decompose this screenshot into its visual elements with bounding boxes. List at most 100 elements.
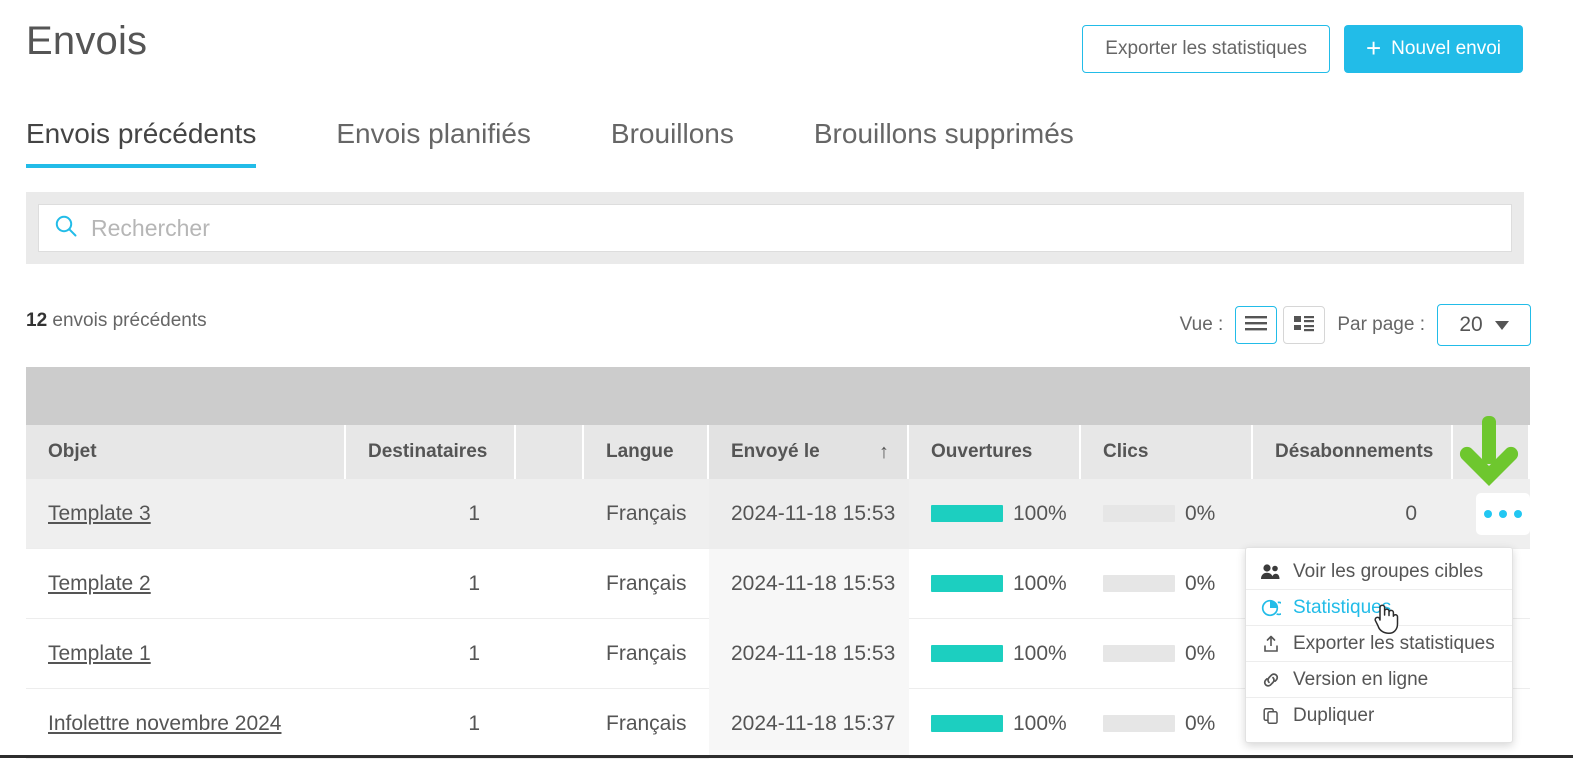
- chevron-down-icon: [1495, 321, 1509, 330]
- cell-envoye-le: 2024-11-18 15:53: [709, 479, 909, 549]
- results-count-number: 12: [26, 310, 47, 331]
- clics-value: 0%: [1185, 572, 1215, 596]
- cell-ouvertures: 100%: [909, 689, 1081, 759]
- cell-blank: [516, 549, 584, 619]
- column-header-langue[interactable]: Langue: [584, 425, 709, 479]
- menu-item-label: Exporter les statistiques: [1293, 633, 1495, 655]
- cell-objet: Template 2: [26, 549, 346, 619]
- menu-item-label: Voir les groupes cibles: [1293, 561, 1483, 583]
- sort-ascending-icon: ↑: [879, 441, 889, 464]
- ellipsis-icon: [1484, 510, 1492, 518]
- tab-brouillons[interactable]: Brouillons: [611, 118, 734, 168]
- pie-chart-icon: [1260, 598, 1282, 618]
- cell-envoye-le: 2024-11-18 15:53: [709, 549, 909, 619]
- page-bottom-border: [0, 755, 1573, 758]
- page-title: Envois: [26, 19, 147, 64]
- search-input[interactable]: [91, 206, 1497, 250]
- page-header: Envois Exporter les statistiques + Nouve…: [0, 0, 1573, 110]
- sending-link[interactable]: Infolettre novembre 2024: [48, 712, 281, 736]
- per-page-label: Par page :: [1337, 314, 1425, 336]
- sending-link[interactable]: Template 3: [48, 502, 151, 526]
- cell-objet: Template 3: [26, 479, 346, 549]
- grid-view-icon: [1292, 314, 1316, 337]
- search-icon: [53, 213, 79, 244]
- clics-value: 0%: [1185, 642, 1215, 666]
- clics-progress-bar: [1103, 715, 1175, 732]
- upload-icon: [1260, 634, 1282, 654]
- sending-link[interactable]: Template 2: [48, 572, 151, 596]
- toolbar-right: Vue :: [1180, 304, 1531, 346]
- menu-item-statistiques[interactable]: Statistiques: [1246, 590, 1512, 626]
- table-row[interactable]: Template 3 1 Français 2024-11-18 15:53 1…: [26, 479, 1530, 549]
- search-container: [26, 192, 1524, 264]
- column-header-desabonnements[interactable]: Désabonnements: [1253, 425, 1453, 479]
- column-header-objet[interactable]: Objet: [26, 425, 346, 479]
- menu-item-version-en-ligne[interactable]: Version en ligne: [1246, 662, 1512, 698]
- clics-value: 0%: [1185, 712, 1215, 736]
- cell-ouvertures: 100%: [909, 619, 1081, 689]
- menu-item-label: Statistiques: [1293, 597, 1391, 619]
- link-icon: [1260, 670, 1282, 690]
- clics-value: 0%: [1185, 502, 1215, 526]
- menu-item-label: Dupliquer: [1293, 705, 1374, 727]
- table-top-band: [26, 367, 1530, 425]
- cell-clics: 0%: [1081, 479, 1253, 549]
- results-count: 12 envois précédents: [26, 310, 207, 332]
- list-toolbar: 12 envois précédents Vue :: [0, 300, 1573, 354]
- table-header-row: Objet Destinataires Langue Envoyé le ↑ O…: [26, 425, 1530, 479]
- ouvertures-progress-bar: [931, 715, 1003, 732]
- cell-destinataires: 1: [346, 549, 516, 619]
- green-down-arrow-annotation: [1458, 414, 1520, 499]
- row-context-menu: Voir les groupes cibles Statistiques E: [1245, 547, 1513, 743]
- ellipsis-icon: [1514, 510, 1522, 518]
- column-header-destinataires[interactable]: Destinataires: [346, 425, 516, 479]
- tab-brouillons-supprimes[interactable]: Brouillons supprimés: [814, 118, 1074, 168]
- per-page-select[interactable]: 20: [1437, 304, 1531, 346]
- copy-icon: [1260, 706, 1282, 726]
- ouvertures-value: 100%: [1013, 712, 1067, 736]
- clics-progress-bar: [1103, 505, 1175, 522]
- column-header-clics[interactable]: Clics: [1081, 425, 1253, 479]
- cell-destinataires: 1: [346, 619, 516, 689]
- ellipsis-icon: [1499, 510, 1507, 518]
- clics-progress-bar: [1103, 575, 1175, 592]
- cell-ouvertures: 100%: [909, 479, 1081, 549]
- menu-item-voir-les-groupes-cibles[interactable]: Voir les groupes cibles: [1246, 554, 1512, 590]
- cell-clics: 0%: [1081, 689, 1253, 759]
- column-header-envoye-le-label: Envoyé le: [731, 441, 820, 463]
- plus-icon: +: [1366, 35, 1381, 61]
- export-statistics-button[interactable]: Exporter les statistiques: [1082, 25, 1330, 73]
- cell-langue: Français: [584, 689, 709, 759]
- new-send-button[interactable]: + Nouvel envoi: [1344, 25, 1523, 73]
- cell-langue: Français: [584, 479, 709, 549]
- column-header-blank: [516, 425, 584, 479]
- ouvertures-progress-bar: [931, 645, 1003, 662]
- new-send-button-label: Nouvel envoi: [1391, 38, 1501, 60]
- list-view-icon: [1244, 314, 1268, 337]
- cell-blank: [516, 689, 584, 759]
- tab-envois-planifies[interactable]: Envois planifiés: [336, 118, 531, 168]
- search-box[interactable]: [38, 204, 1512, 252]
- menu-item-exporter-les-statistiques[interactable]: Exporter les statistiques: [1246, 626, 1512, 662]
- cell-objet: Infolettre novembre 2024: [26, 689, 346, 759]
- cell-clics: 0%: [1081, 619, 1253, 689]
- header-actions: Exporter les statistiques + Nouvel envoi: [1082, 25, 1523, 73]
- column-header-ouvertures[interactable]: Ouvertures: [909, 425, 1081, 479]
- cell-clics: 0%: [1081, 549, 1253, 619]
- users-icon: [1260, 563, 1282, 580]
- ouvertures-progress-bar: [931, 575, 1003, 592]
- cell-desabonnements: 0: [1253, 479, 1453, 549]
- cell-langue: Français: [584, 549, 709, 619]
- cell-envoye-le: 2024-11-18 15:37: [709, 689, 909, 759]
- cell-objet: Template 1: [26, 619, 346, 689]
- menu-item-dupliquer[interactable]: Dupliquer: [1246, 698, 1512, 734]
- tab-envois-precedents[interactable]: Envois précédents: [26, 118, 256, 168]
- cell-ouvertures: 100%: [909, 549, 1081, 619]
- column-header-envoye-le[interactable]: Envoyé le ↑: [709, 425, 909, 479]
- list-view-button[interactable]: [1235, 306, 1277, 344]
- menu-item-label: Version en ligne: [1293, 669, 1428, 691]
- envois-page: Envois Exporter les statistiques + Nouve…: [0, 0, 1573, 762]
- grid-view-button[interactable]: [1283, 306, 1325, 344]
- ouvertures-value: 100%: [1013, 572, 1067, 596]
- sending-link[interactable]: Template 1: [48, 642, 151, 666]
